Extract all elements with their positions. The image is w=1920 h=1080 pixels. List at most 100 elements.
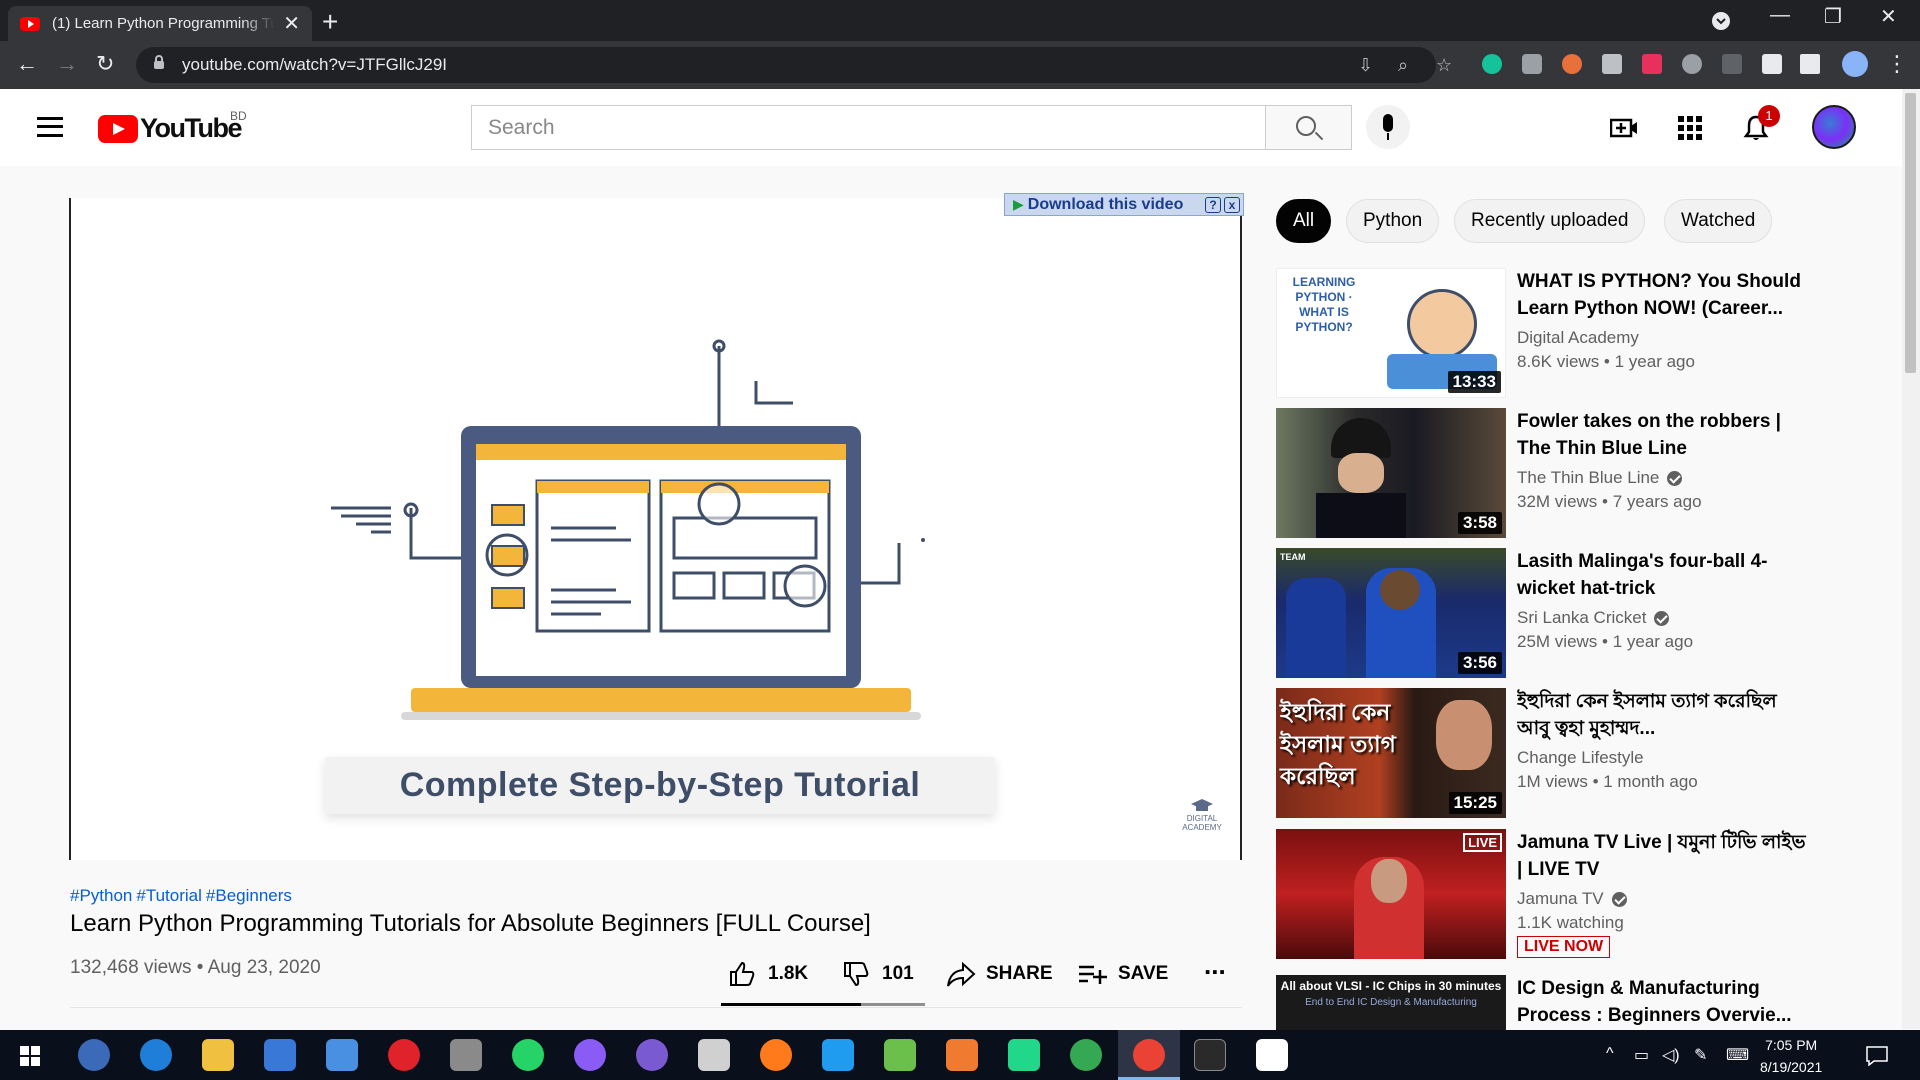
app-icon[interactable] — [884, 1039, 916, 1071]
minimize-button[interactable]: — — [1770, 4, 1790, 27]
video-title[interactable]: WHAT IS PYTHON? You Should Learn Python … — [1517, 268, 1807, 322]
app-icon[interactable] — [450, 1039, 482, 1071]
video-extension-icon[interactable] — [1642, 54, 1662, 74]
search-box[interactable] — [471, 105, 1266, 150]
video-thumbnail[interactable]: TEAM 3:56 — [1276, 548, 1506, 678]
browser-menu-icon[interactable]: ⋮ — [1886, 51, 1908, 77]
store-icon[interactable] — [264, 1039, 296, 1071]
messenger-icon[interactable] — [574, 1039, 606, 1071]
network-icon[interactable]: ▭ — [1634, 1045, 1649, 1065]
video-thumbnail[interactable]: ইহুদিরা কেন ইসলাম ত্যাগ করেছিল 15:25 — [1276, 688, 1506, 818]
hashtag-link[interactable]: #Tutorial — [136, 886, 202, 905]
firefox-icon[interactable] — [760, 1039, 792, 1071]
share-button[interactable]: SHARE — [946, 960, 1053, 988]
youtube-logo[interactable]: YouTube BD — [98, 109, 247, 144]
notification-center-icon[interactable] — [1866, 1046, 1888, 1066]
download-close-button[interactable]: x — [1224, 196, 1240, 213]
tray-chevron-icon[interactable]: ^ — [1606, 1045, 1614, 1063]
recommended-video[interactable]: TEAM 3:56 Lasith Malinga's four-ball 4-w… — [1276, 548, 1796, 678]
search-input[interactable] — [472, 106, 1265, 149]
video-title[interactable]: Jamuna TV Live | যমুনা টিভি লাইভ | LIVE … — [1517, 829, 1807, 883]
reload-icon[interactable]: ↻ — [96, 51, 114, 77]
opera-icon[interactable] — [388, 1039, 420, 1071]
github-icon[interactable] — [636, 1039, 668, 1071]
download-help-button[interactable]: ? — [1205, 196, 1221, 213]
hamburger-menu-icon[interactable] — [37, 117, 63, 137]
address-bar[interactable]: youtube.com/watch?v=JTFGllcJ29I ⇩ ⌕ ☆ — [136, 47, 1452, 83]
hashtag-link[interactable]: #Python — [70, 886, 132, 905]
extension-icon[interactable] — [1562, 54, 1582, 74]
chip-recently-uploaded[interactable]: Recently uploaded — [1454, 199, 1646, 243]
download-extension-icon[interactable] — [1682, 54, 1702, 74]
paint-icon[interactable] — [698, 1039, 730, 1071]
recommended-video[interactable]: LIVE Jamuna TV Live | যমুনা টিভি লাইভ | … — [1276, 829, 1806, 959]
extension-icon[interactable] — [1602, 54, 1622, 74]
active-app-indicator[interactable] — [1118, 1030, 1180, 1080]
maximize-button[interactable]: ❐ — [1824, 4, 1842, 29]
pen-icon[interactable]: ✎ — [1694, 1045, 1707, 1065]
recommended-video[interactable]: All about VLSI - IC Chips in 30 minutes … — [1276, 975, 1796, 1030]
apps-grid-icon[interactable] — [1676, 114, 1704, 142]
qbittorrent-icon[interactable] — [78, 1039, 110, 1071]
download-video-banner[interactable]: ▶ Download this video ? x — [1004, 193, 1244, 216]
mail-icon[interactable] — [326, 1039, 358, 1071]
puzzle-extensions-icon[interactable] — [1762, 54, 1782, 74]
search-button[interactable] — [1266, 105, 1352, 150]
camera-extension-icon[interactable] — [1522, 54, 1542, 74]
channel-name[interactable]: Sri Lanka Cricket — [1517, 608, 1670, 628]
reading-list-icon[interactable] — [1800, 54, 1820, 74]
channel-name[interactable]: Digital Academy — [1517, 328, 1639, 348]
video-thumbnail[interactable]: 3:58 — [1276, 408, 1506, 538]
dislike-button[interactable]: 101 — [842, 960, 914, 988]
video-thumbnail[interactable]: All about VLSI - IC Chips in 30 minutes … — [1276, 975, 1506, 1030]
like-button[interactable]: 1.8K — [728, 960, 808, 988]
forward-arrow-icon[interactable]: → — [56, 51, 78, 77]
tab-search-icon[interactable] — [1712, 12, 1730, 30]
windows-start-icon[interactable] — [20, 1046, 40, 1066]
grammarly-extension-icon[interactable] — [1482, 54, 1502, 74]
chip-python[interactable]: Python — [1346, 199, 1440, 243]
edge-icon[interactable] — [140, 1039, 172, 1071]
extension-icon[interactable] — [1722, 54, 1742, 74]
video-thumbnail[interactable]: LIVE — [1276, 829, 1506, 959]
app-icon[interactable] — [1256, 1039, 1288, 1071]
video-title[interactable]: Lasith Malinga's four-ball 4-wicket hat-… — [1517, 548, 1807, 602]
volume-icon[interactable]: ◁) — [1662, 1045, 1680, 1065]
vscode-icon[interactable] — [822, 1039, 854, 1071]
zoom-icon[interactable]: ⌕ — [1398, 55, 1408, 76]
profile-avatar[interactable] — [1842, 51, 1868, 77]
recommended-video[interactable]: ইহুদিরা কেন ইসলাম ত্যাগ করেছিল 15:25 ইহু… — [1276, 688, 1796, 818]
back-arrow-icon[interactable]: ← — [16, 51, 38, 77]
recommended-video[interactable]: 3:58 Fowler takes on the robbers | The T… — [1276, 408, 1796, 538]
video-title[interactable]: IC Design & Manufacturing Process : Begi… — [1517, 975, 1796, 1029]
video-thumbnail[interactable]: LEARNING PYTHON · WHAT IS PYTHON? 13:33 — [1276, 268, 1506, 398]
hashtag-link[interactable]: #Beginners — [206, 886, 292, 905]
chip-watched[interactable]: Watched — [1664, 199, 1773, 243]
user-avatar[interactable] — [1812, 105, 1856, 149]
app-icon[interactable] — [946, 1039, 978, 1071]
channel-name[interactable]: The Thin Blue Line — [1517, 468, 1683, 488]
chrome-icon[interactable] — [1070, 1039, 1102, 1071]
install-app-icon[interactable]: ⇩ — [1358, 55, 1373, 76]
system-clock[interactable]: 7:05 PM 8/19/2021 — [1760, 1034, 1822, 1078]
tab-close-icon[interactable]: ✕ — [283, 11, 300, 36]
keyboard-icon[interactable]: ⌨ — [1726, 1045, 1749, 1065]
voice-search-icon[interactable] — [1366, 105, 1410, 149]
video-title[interactable]: ইহুদিরা কেন ইসলাম ত্যাগ করেছিল আবু ত্বহা… — [1517, 688, 1807, 742]
new-tab-button[interactable]: + — [322, 6, 338, 38]
recommended-video[interactable]: LEARNING PYTHON · WHAT IS PYTHON? 13:33 … — [1276, 268, 1801, 398]
video-title[interactable]: Fowler takes on the robbers | The Thin B… — [1517, 408, 1807, 462]
chip-all[interactable]: All — [1276, 199, 1332, 243]
scrollbar-thumb[interactable] — [1905, 93, 1916, 373]
page-scrollbar[interactable] — [1902, 89, 1920, 1029]
bookmark-star-icon[interactable]: ☆ — [1436, 55, 1452, 76]
window-close-button[interactable]: ✕ — [1880, 4, 1897, 29]
more-actions-button[interactable]: ... — [1204, 950, 1226, 981]
channel-name[interactable]: Jamuna TV — [1517, 889, 1627, 909]
create-video-icon[interactable] — [1610, 114, 1638, 142]
channel-name[interactable]: Change Lifestyle — [1517, 748, 1644, 768]
whatsapp-icon[interactable] — [512, 1039, 544, 1071]
file-explorer-icon[interactable] — [202, 1039, 234, 1071]
browser-tab[interactable]: (1) Learn Python Programming Tutorials f… — [8, 6, 312, 41]
terminal-icon[interactable] — [1194, 1039, 1226, 1071]
